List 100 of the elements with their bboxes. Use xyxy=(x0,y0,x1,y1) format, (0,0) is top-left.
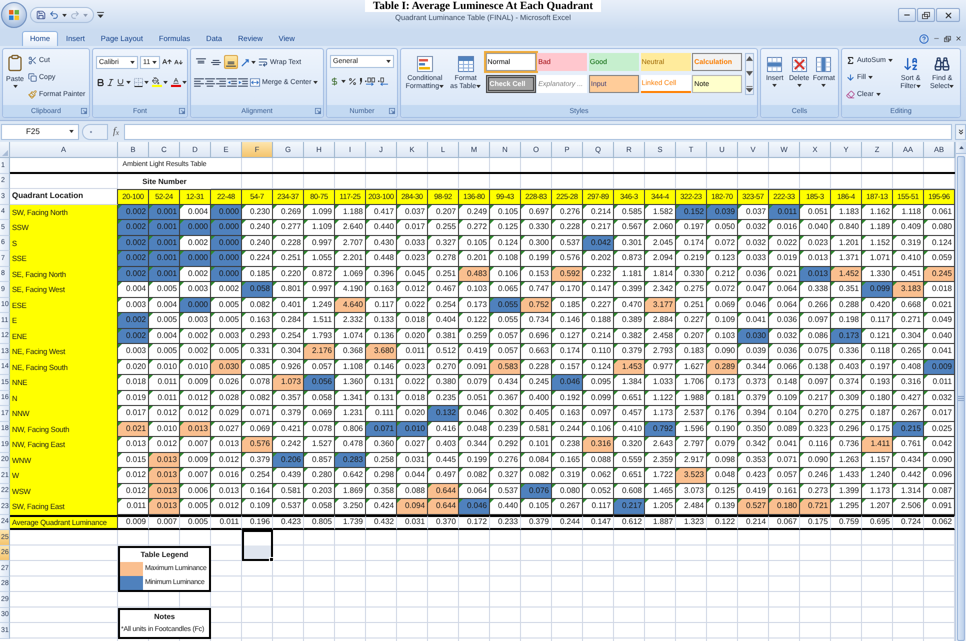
table-cell: 0.608 xyxy=(614,484,645,499)
vertical-align-button[interactable] xyxy=(224,55,238,69)
table-cell: 0.396 xyxy=(366,266,397,282)
table-cell: 0.153 xyxy=(521,266,552,282)
table-cell: 0.104 xyxy=(769,406,800,422)
table-cell: 0.108 xyxy=(490,251,521,266)
close-workbook-icon[interactable] xyxy=(955,35,962,42)
office-logo-icon[interactable] xyxy=(1,2,27,28)
increase-indent-icon[interactable] xyxy=(238,78,248,86)
table-cell: 0.583 xyxy=(490,360,521,375)
table-cell: 0.207 xyxy=(428,204,459,220)
font-color-icon[interactable] xyxy=(171,77,181,87)
table-cell: 0.051 xyxy=(459,390,490,406)
table-cell: 0.180 xyxy=(769,499,800,514)
table-cell: 2.342 xyxy=(645,282,676,298)
undo-icon[interactable] xyxy=(49,10,59,20)
table-cell: 0.015 xyxy=(118,452,149,468)
insert-function-button[interactable]: f$_{x}$ xyxy=(111,126,122,136)
table-cell: 3.250 xyxy=(335,499,366,514)
table-cell: 0.117 xyxy=(583,499,614,514)
decrease-decimal-icon[interactable] xyxy=(378,76,389,86)
table-cell: 2.201 xyxy=(335,251,366,266)
align-left-icon[interactable] xyxy=(194,78,204,86)
table-cell: 0.056 xyxy=(304,375,335,390)
align-right-icon[interactable] xyxy=(216,78,226,86)
table-cell: 0.255 xyxy=(428,220,459,236)
cell-selection[interactable] xyxy=(242,530,273,561)
save-icon[interactable] xyxy=(36,10,46,20)
table-cell: 0.235 xyxy=(428,390,459,406)
restore-button[interactable] xyxy=(917,8,935,22)
align-center-icon[interactable] xyxy=(205,78,215,86)
increase-decimal-icon[interactable] xyxy=(365,76,376,86)
name-box[interactable]: F25 xyxy=(1,124,79,140)
table-cell: 0.470 xyxy=(614,298,645,313)
italic-icon[interactable] xyxy=(106,78,115,86)
help-icon[interactable] xyxy=(919,34,929,44)
percent-icon[interactable] xyxy=(348,76,357,86)
table-cell: 0.275 xyxy=(676,282,707,298)
scroll-down-icon[interactable] xyxy=(746,71,753,76)
text-orientation-icon[interactable] xyxy=(241,58,250,66)
dialog-launcher-icon[interactable] xyxy=(315,108,321,114)
dialog-launcher-icon[interactable] xyxy=(81,108,87,114)
table-cell: 0.036 xyxy=(738,266,769,282)
table-cell: 0.232 xyxy=(583,266,614,282)
bold-icon[interactable] xyxy=(96,78,105,86)
table-cell: 0.061 xyxy=(924,204,955,220)
table-cell: 0.055 xyxy=(490,298,521,313)
table-cell: 1.122 xyxy=(645,390,676,406)
table-cell: 0.127 xyxy=(552,328,583,344)
table-cell: 0.123 xyxy=(707,251,738,266)
grow-font-icon[interactable] xyxy=(162,57,172,67)
table-cell: 0.094 xyxy=(397,499,428,514)
table-cell: 0.246 xyxy=(800,468,831,484)
restore-workbook-icon[interactable] xyxy=(944,36,951,42)
table-cell: 1.109 xyxy=(304,220,335,236)
table-cell: 0.005 xyxy=(211,344,242,360)
shrink-font-icon[interactable] xyxy=(174,58,183,66)
table-cell: 1.099 xyxy=(304,204,335,220)
fill-color-icon[interactable] xyxy=(152,77,162,87)
table-cell: 1.511 xyxy=(304,313,335,328)
table-cell: 0.424 xyxy=(366,499,397,514)
scissors-icon xyxy=(28,56,37,64)
formula-input[interactable] xyxy=(124,124,952,140)
table-cell: 0.000 xyxy=(211,251,242,266)
currency-icon[interactable] xyxy=(330,76,339,86)
table-cell: 0.001 xyxy=(149,251,180,266)
dialog-launcher-icon[interactable] xyxy=(389,108,395,114)
table-cell: 1.453 xyxy=(614,360,645,375)
table-cell: 0.434 xyxy=(490,375,521,390)
scrollbar-thumb[interactable] xyxy=(957,156,965,641)
table-cell: 0.417 xyxy=(366,204,397,220)
scroll-up-icon[interactable] xyxy=(746,56,753,61)
customize-toolbar-icon[interactable] xyxy=(97,12,104,18)
table-cell: 0.381 xyxy=(428,328,459,344)
dropdown-caret-icon xyxy=(12,85,18,88)
table-cell: 0.109 xyxy=(769,390,800,406)
table-cell: 0.050 xyxy=(707,220,738,236)
dialog-launcher-icon[interactable] xyxy=(179,108,185,114)
fill-handle-icon[interactable] xyxy=(269,557,274,562)
close-button[interactable] xyxy=(936,8,960,22)
table-cell: 0.298 xyxy=(366,468,397,484)
underline-icon[interactable] xyxy=(116,78,125,86)
table-cell: 0.997 xyxy=(304,282,335,298)
dropdown-caret-icon xyxy=(251,60,256,64)
table-cell: 0.805 xyxy=(304,514,335,530)
borders-icon[interactable] xyxy=(134,78,143,86)
table-cell: 0.651 xyxy=(614,390,645,406)
minimize-workbook-icon[interactable] xyxy=(933,35,940,42)
decrease-indent-icon[interactable] xyxy=(227,78,237,86)
table-cell: 0.090 xyxy=(924,452,955,468)
table-cell: 0.064 xyxy=(459,484,490,499)
table-cell: 0.228 xyxy=(273,236,304,251)
splitter-handle-icon[interactable] xyxy=(82,124,108,140)
table-cell: 0.537 xyxy=(552,236,583,251)
table-cell: 0.049 xyxy=(924,313,955,328)
scroll-up-button[interactable] xyxy=(956,142,966,154)
table-cell: 0.133 xyxy=(366,313,397,328)
more-styles-icon[interactable] xyxy=(746,86,753,92)
comma-style-icon[interactable] xyxy=(359,77,363,85)
expand-formula-bar-button[interactable] xyxy=(955,124,966,140)
